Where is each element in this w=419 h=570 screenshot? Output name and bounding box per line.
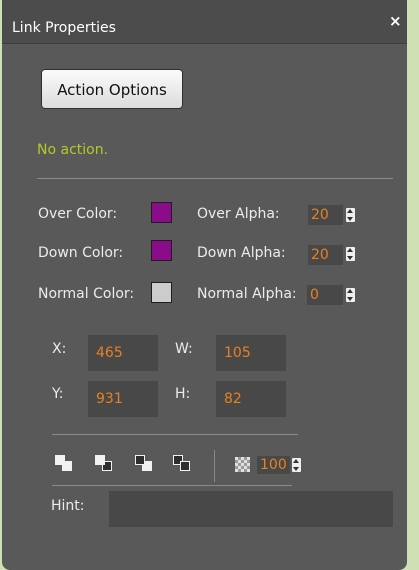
down-color-label: Down Color:: [38, 245, 124, 261]
opacity-input[interactable]: 100: [257, 456, 290, 474]
over-alpha-spinner[interactable]: [346, 208, 355, 222]
y-label: Y:: [52, 386, 64, 402]
send-to-back-icon[interactable]: [95, 455, 115, 473]
w-label: W:: [175, 341, 193, 357]
x-label: X:: [52, 341, 67, 357]
x-input[interactable]: 465: [88, 335, 158, 371]
normal-color-swatch[interactable]: [151, 282, 172, 303]
action-options-button[interactable]: Action Options: [41, 69, 183, 109]
send-backward-icon[interactable]: [173, 455, 193, 473]
y-input[interactable]: 931: [88, 381, 158, 417]
action-status-text: No action.: [37, 142, 109, 158]
normal-color-label: Normal Color:: [38, 286, 135, 302]
over-color-label: Over Color:: [38, 206, 118, 222]
over-alpha-label: Over Alpha:: [197, 206, 280, 222]
transparency-icon[interactable]: [235, 457, 250, 472]
toolbar-separator: [214, 450, 215, 482]
panel-title: Link Properties: [12, 20, 116, 36]
bring-forward-icon[interactable]: [135, 455, 155, 473]
link-properties-panel: Link Properties × Action Options No acti…: [2, 0, 407, 570]
w-input[interactable]: 105: [216, 335, 286, 371]
down-alpha-input[interactable]: 20: [308, 245, 343, 265]
close-icon[interactable]: ×: [389, 12, 402, 30]
down-color-swatch[interactable]: [151, 240, 172, 261]
hint-label: Hint:: [51, 498, 85, 514]
divider: [52, 434, 298, 435]
over-alpha-input[interactable]: 20: [308, 205, 343, 225]
opacity-spinner[interactable]: [292, 458, 301, 472]
hint-input[interactable]: [109, 491, 393, 527]
h-label: H:: [175, 386, 191, 402]
normal-alpha-label: Normal Alpha:: [197, 286, 297, 302]
down-alpha-spinner[interactable]: [346, 247, 355, 261]
divider: [37, 178, 393, 179]
normal-alpha-spinner[interactable]: [346, 288, 355, 302]
title-bar: Link Properties ×: [2, 0, 407, 44]
bring-to-front-icon[interactable]: [55, 455, 75, 473]
down-alpha-label: Down Alpha:: [197, 245, 286, 261]
h-input[interactable]: 82: [216, 381, 286, 417]
normal-alpha-input[interactable]: 0: [307, 285, 343, 305]
divider: [52, 485, 292, 486]
over-color-swatch[interactable]: [151, 202, 172, 223]
